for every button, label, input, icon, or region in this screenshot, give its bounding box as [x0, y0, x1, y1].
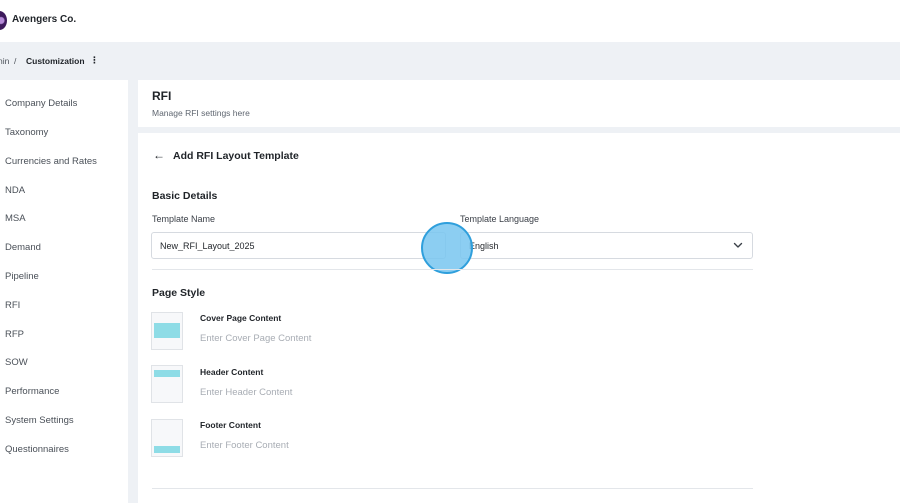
- page-subtitle: Manage RFI settings here: [152, 108, 250, 118]
- layout-gutter: [128, 80, 138, 503]
- sidebar-item-pipeline[interactable]: Pipeline: [5, 271, 39, 282]
- brand-name: Avengers Co.: [12, 14, 77, 25]
- page-style-heading: Page Style: [152, 287, 206, 299]
- breadcrumb-current: Customization: [26, 56, 85, 66]
- sidebar: Company Details Taxonomy Currencies and …: [0, 80, 128, 503]
- template-language-label: Template Language: [460, 214, 540, 224]
- footer-layout-thumbnail-icon[interactable]: [151, 419, 183, 457]
- cover-page-content-input[interactable]: Enter Cover Page Content: [200, 333, 311, 344]
- sidebar-item-system-settings[interactable]: System Settings: [5, 415, 74, 426]
- sidebar-item-nda[interactable]: NDA: [5, 185, 25, 196]
- sidebar-item-company-details[interactable]: Company Details: [5, 98, 77, 109]
- template-language-value: English: [469, 241, 499, 251]
- sidebar-item-rfi[interactable]: RFI: [5, 300, 20, 311]
- header-content-input[interactable]: Enter Header Content: [200, 387, 292, 398]
- cover-page-content-title: Cover Page Content: [200, 313, 282, 323]
- sidebar-item-performance[interactable]: Performance: [5, 386, 59, 397]
- basic-details-heading: Basic Details: [152, 190, 218, 202]
- breadcrumb-bar: [0, 42, 900, 80]
- more-options-icon[interactable]: ⋮: [90, 55, 99, 66]
- sidebar-item-questionnaires[interactable]: Questionnaires: [5, 444, 69, 455]
- divider-line: [152, 269, 753, 270]
- chevron-down-icon: [733, 242, 743, 248]
- page-title: RFI: [152, 89, 172, 103]
- breadcrumb-separator: /: [14, 56, 17, 66]
- footer-content-title: Footer Content: [200, 420, 261, 430]
- top-bar: Avengers Co.: [0, 0, 900, 42]
- section-divider: [138, 127, 900, 133]
- sidebar-item-taxonomy[interactable]: Taxonomy: [5, 127, 48, 138]
- brand-logo-icon[interactable]: [0, 11, 7, 30]
- page-header-card: [138, 80, 900, 127]
- divider-line: [152, 488, 753, 489]
- template-name-label: Template Name: [152, 214, 216, 224]
- sidebar-item-rfp[interactable]: RFP: [5, 329, 24, 340]
- sidebar-item-demand[interactable]: Demand: [5, 242, 41, 253]
- sidebar-item-currencies[interactable]: Currencies and Rates: [5, 156, 97, 167]
- template-language-select[interactable]: English: [460, 232, 753, 259]
- form-title: Add RFI Layout Template: [173, 150, 299, 162]
- template-name-input[interactable]: [151, 232, 446, 259]
- breadcrumb-previous[interactable]: nin: [0, 56, 9, 66]
- sidebar-item-msa[interactable]: MSA: [5, 213, 26, 224]
- footer-content-input[interactable]: Enter Footer Content: [200, 440, 289, 451]
- arrow-left-icon[interactable]: ←: [153, 149, 165, 161]
- cover-layout-thumbnail-icon[interactable]: [151, 312, 183, 350]
- sidebar-item-sow[interactable]: SOW: [5, 357, 28, 368]
- header-layout-thumbnail-icon[interactable]: [151, 365, 183, 403]
- header-content-title: Header Content: [200, 367, 264, 377]
